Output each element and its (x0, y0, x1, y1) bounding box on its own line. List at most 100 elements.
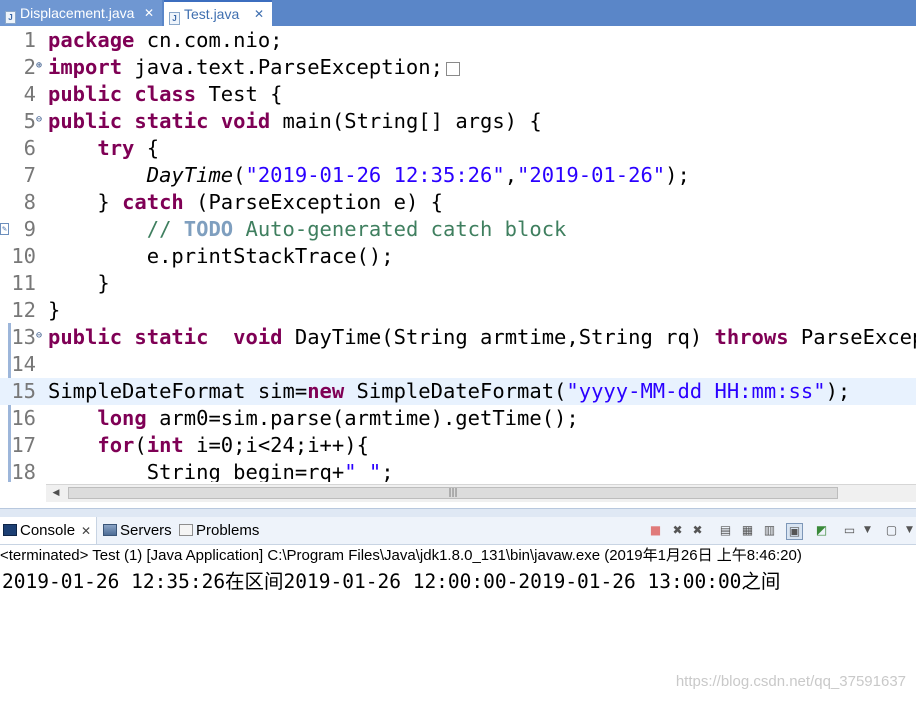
code-line[interactable]: 1 package cn.com.nio; (0, 27, 916, 54)
code-text: package cn.com.nio; (48, 27, 283, 54)
code-token: " " (344, 460, 382, 482)
code-line[interactable]: 13 ⊖ public static void DayTime(String arm… (0, 324, 916, 351)
close-icon[interactable]: ✕ (144, 0, 154, 26)
code-token: Test { (196, 82, 283, 106)
code-line[interactable]: 15 SimpleDateFormat sim=new SimpleDateFor… (0, 378, 916, 405)
horizontal-scrollbar[interactable]: ◀ ||| (46, 484, 916, 502)
scroll-lock-icon[interactable]: ▦ (740, 523, 755, 538)
code-token: arm0=sim.parse(armtime).getTime(); (146, 406, 579, 430)
code-text: } catch (ParseException e) { (48, 189, 443, 216)
new-console-icon[interactable]: ▢ (884, 523, 899, 538)
code-text: long arm0=sim.parse(armtime).getTime(); (48, 405, 579, 432)
code-line[interactable]: 14 (0, 351, 916, 378)
code-line[interactable]: 12} (0, 297, 916, 324)
line-number: 10 (11, 244, 36, 268)
code-token: i=0;i<24;i++){ (183, 433, 369, 457)
code-token: static (134, 325, 209, 349)
code-line[interactable]: 18 String begin=rq+" "; (0, 459, 916, 482)
code-token: } (48, 190, 123, 214)
remove-all-terminated-icon[interactable]: ✖ (690, 523, 705, 538)
code-text: for(int i=0;i<24;i++){ (48, 432, 369, 459)
console-launch-info: <terminated> Test (1) [Java Application]… (0, 547, 802, 564)
code-token: DayTime(String armtime,String rq) (282, 325, 715, 349)
code-token: package (48, 28, 135, 52)
collapse-fold-icon[interactable]: ⊖ (36, 115, 42, 125)
line-number: 17 (11, 433, 36, 457)
code-line[interactable]: 17 for(int i=0;i<24;i++){ (0, 432, 916, 459)
chevron-down-icon[interactable]: ▼ (902, 523, 916, 538)
code-token: e.printStackTrace(); (48, 244, 394, 268)
java-file-icon: J (169, 12, 180, 25)
code-line[interactable]: 16 long arm0=sim.parse(armtime).getTime(… (0, 405, 916, 432)
code-editor[interactable]: 1 package cn.com.nio; 2 ⊕ import java.text.P… (0, 26, 916, 482)
clear-console-icon[interactable]: ▤ (718, 523, 733, 538)
remove-launch-icon[interactable]: ✖ (670, 523, 685, 538)
tab-test-java[interactable]: J Test.java ✕ (164, 0, 272, 26)
code-token: } (48, 271, 110, 295)
view-divider[interactable] (0, 508, 916, 517)
code-line[interactable]: 9 ✎ // TODO Auto-generated catch block (0, 216, 916, 243)
word-wrap-icon[interactable]: ▥ (762, 523, 777, 538)
pin-console-icon[interactable]: ▣ (786, 523, 803, 540)
code-token: String begin=rq+ (48, 460, 345, 482)
problems-icon (179, 524, 193, 536)
code-line[interactable]: 10 e.printStackTrace(); (0, 243, 916, 270)
code-text: String begin=rq+" "; (48, 459, 394, 482)
terminate-icon[interactable]: ■ (648, 523, 663, 538)
line-number: 13 (11, 325, 36, 349)
line-number: 15 (11, 379, 36, 403)
code-line[interactable]: 2 ⊕ import java.text.ParseException; (0, 54, 916, 81)
code-token: public (48, 109, 123, 133)
code-token: Auto-generated catch block (233, 217, 567, 241)
line-number: 18 (11, 460, 36, 482)
line-number: 16 (11, 406, 36, 430)
code-token: void (233, 325, 283, 349)
collapse-fold-icon[interactable]: ⊖ (36, 331, 42, 341)
line-number: 14 (11, 352, 36, 376)
tab-displacement-java[interactable]: J Displacement.java ✕ (0, 0, 162, 26)
code-token: ; (381, 460, 394, 482)
line-number: 11 (11, 271, 36, 295)
folded-imports-icon[interactable] (445, 62, 460, 76)
code-token: public (48, 82, 123, 106)
code-token: static (134, 109, 209, 133)
code-text: public static void main(String[] args) { (48, 108, 542, 135)
code-token: throws (714, 325, 789, 349)
display-selected-console-icon[interactable]: ◩ (814, 523, 829, 538)
code-line[interactable]: 8 } catch (ParseException e) { (0, 189, 916, 216)
code-token: ( (134, 433, 147, 457)
servers-icon (103, 524, 117, 536)
code-text: } (48, 270, 110, 297)
code-token: long (97, 406, 147, 430)
close-icon[interactable]: ✕ (254, 2, 264, 26)
code-line[interactable]: 7 DayTime("2019-01-26 12:35:26","2019-01… (0, 162, 916, 189)
task-marker-icon[interactable]: ✎ (0, 223, 9, 235)
code-text: DayTime("2019-01-26 12:35:26","2019-01-2… (48, 162, 690, 189)
code-token: "yyyy-MM-dd HH:mm:ss" (566, 379, 826, 403)
line-number: 6 (23, 136, 36, 160)
code-line[interactable]: 11 } (0, 270, 916, 297)
code-token: ); (825, 379, 851, 403)
open-console-icon[interactable]: ▭ (842, 523, 857, 538)
code-token: DayTime (146, 163, 234, 187)
scroll-left-arrow-icon[interactable]: ◀ (48, 485, 64, 502)
line-number: 1 (23, 28, 36, 52)
code-text: } (48, 297, 60, 324)
scrollbar-thumb[interactable]: ||| (68, 487, 838, 499)
code-token: "2019-01-26 12:35:26" (245, 163, 505, 187)
code-line[interactable]: 4 public class Test { (0, 81, 916, 108)
code-line[interactable]: 6 try { (0, 135, 916, 162)
chevron-down-icon[interactable]: ▼ (860, 523, 875, 538)
code-line[interactable]: 5 ⊖ public static void main(String[] args)… (0, 108, 916, 135)
expand-fold-icon[interactable]: ⊕ (36, 61, 42, 71)
close-icon[interactable]: ✕ (81, 524, 91, 538)
tab-console[interactable]: Console ✕ (0, 517, 97, 544)
tab-servers[interactable]: Servers (100, 517, 172, 544)
tab-problems[interactable]: Problems (176, 517, 259, 544)
